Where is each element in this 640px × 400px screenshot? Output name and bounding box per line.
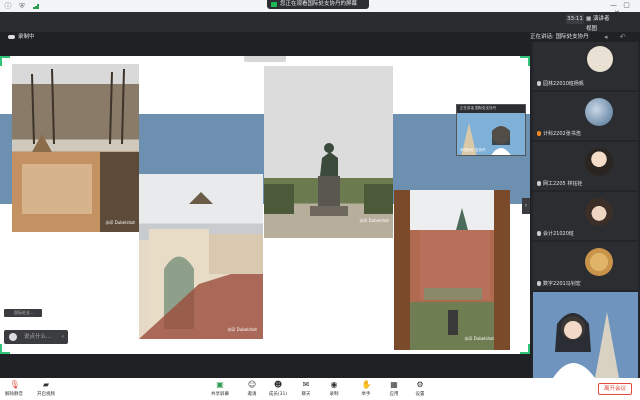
meeting-header xyxy=(0,12,640,32)
minimize-icon[interactable]: — xyxy=(610,1,617,9)
photo-statue: 水印 Dubelshot xyxy=(264,66,393,238)
photo-park-castle: 水印 Dubelshot xyxy=(12,64,139,232)
shared-screen: 水印 Dubelshot 水印 Dubelshot 水印 Dubelshot 水… xyxy=(0,56,530,354)
chat-input[interactable]: 说点什么... ‹ xyxy=(4,330,68,344)
mic-muted-icon xyxy=(537,231,541,236)
participant-tile[interactable]: 数字2201冯钊宏 xyxy=(533,242,638,290)
settings-button[interactable]: ⚙ 设置 xyxy=(408,380,432,398)
photo-castle-tower-art xyxy=(394,190,510,350)
share-frame-corner xyxy=(0,56,10,66)
members-icon: ☻ xyxy=(273,380,283,389)
share-screen-button[interactable]: ▣ 共享屏幕 xyxy=(208,380,232,398)
apps-icon: ▦ xyxy=(390,380,398,389)
photo-arch-art xyxy=(139,192,263,339)
share-frame-corner xyxy=(520,56,530,66)
participant-tile[interactable]: 网工2205 林钰铨 xyxy=(533,142,638,190)
share-toolbar-handle[interactable] xyxy=(244,56,286,62)
invite-button[interactable]: ☺ 邀请 xyxy=(240,380,264,398)
signal-icon xyxy=(33,3,40,9)
avatar xyxy=(587,46,613,72)
shield-icon[interactable]: ⛨ xyxy=(18,2,26,10)
arrow-right-icon[interactable]: ↶ xyxy=(620,33,626,41)
chevron-left-icon[interactable]: ‹ xyxy=(62,330,64,344)
share-frame-corner xyxy=(0,344,10,354)
participant-tile[interactable]: 园林22010班杨帆 xyxy=(533,42,638,90)
banner-text: 您正在观看国际处支协丹的屏幕 xyxy=(280,1,358,7)
video-off-icon: ▰ xyxy=(42,380,50,389)
speaking-indicator: 正在讲话: 国际处支协丹 xyxy=(530,34,589,40)
mic-muted-icon xyxy=(537,81,541,86)
video-button[interactable]: ▰ 开启视频 xyxy=(34,380,58,398)
members-button[interactable]: ☻ 成员(31) xyxy=(266,380,290,398)
window-controls[interactable]: — ▢ ✕ xyxy=(610,1,640,17)
thumbnail-label: 正在讲话 国际处支协丹 xyxy=(460,106,497,110)
emoji-icon[interactable] xyxy=(9,333,17,341)
leave-meeting-button[interactable]: 离开会议 xyxy=(598,383,632,395)
share-frame-corner xyxy=(520,344,530,354)
photo-watermark: 水印 Dubelshot xyxy=(227,327,257,332)
avatar xyxy=(585,148,613,176)
photo-watermark: 水印 Dubelshot xyxy=(464,336,494,341)
presenter-thumbnail[interactable]: 正在讲话 国际处支协丹 本国际处:支协丹 xyxy=(456,104,526,156)
photo-castle-tower: 水印 Dubelshot xyxy=(394,190,510,350)
gear-icon: ⚙ xyxy=(416,380,424,389)
screen-share-banner[interactable]: 您正在观看国际处支协丹的屏幕 xyxy=(267,0,369,9)
record-button[interactable]: ◉ 录制 xyxy=(322,380,346,398)
cloud-icon xyxy=(8,34,15,39)
mute-button[interactable]: 🎙 解除静音 xyxy=(2,380,26,398)
chat-placeholder: 说点什么... xyxy=(24,334,52,340)
photo-arch: 水印 Dubelshot xyxy=(139,174,263,339)
mic-muted-icon: 🎙 xyxy=(9,380,20,389)
photo-statue-art xyxy=(264,143,393,216)
arrow-left-icon[interactable]: ◂ xyxy=(604,33,608,41)
mic-muted-icon xyxy=(537,181,541,186)
chevron-right-icon: › xyxy=(524,202,528,209)
info-icon[interactable]: ⓘ xyxy=(4,2,12,10)
avatar xyxy=(585,98,613,126)
participant-panel: 园林22010班杨帆 计科2202张书浩 网工2205 林钰铨 会计21020班… xyxy=(531,42,640,378)
bottom-toolbar: 🎙 解除静音 ▰ 开启视频 ▣ 共享屏幕 ☺ 邀请 ☻ 成员(31) ✉ 聊天 ◉ 录制 ✋ 举… xyxy=(0,378,640,400)
grid-icon: ▦ xyxy=(586,16,593,22)
participant-tile[interactable]: 会计21020班 xyxy=(533,192,638,240)
invite-icon: ☺ xyxy=(247,380,257,389)
hand-icon: ✋ xyxy=(361,380,372,389)
share-icon xyxy=(271,2,277,7)
self-video xyxy=(533,292,638,378)
chat-button[interactable]: ✉ 聊天 xyxy=(294,380,318,398)
recording-indicator: 录制中 xyxy=(8,32,35,42)
page-nav[interactable]: ◂ ↶ xyxy=(604,32,634,42)
maximize-icon[interactable]: ▢ xyxy=(623,1,630,9)
chat-icon: ✉ xyxy=(302,380,310,389)
thumbnail-name: 本国际处:支协丹 xyxy=(460,148,486,152)
mic-muted-icon xyxy=(537,131,541,136)
raise-hand-button[interactable]: ✋ 举手 xyxy=(354,380,378,398)
share-screen-icon: ▣ xyxy=(216,380,224,389)
view-switch-button[interactable]: ▦ 演讲者视图 xyxy=(586,14,612,32)
photo-watermark: 水印 Dubelshot xyxy=(105,220,135,225)
photo-park-castle-art xyxy=(12,68,139,232)
record-icon: ◉ xyxy=(330,380,338,389)
mini-chat-bubble[interactable]: 国际处支... xyxy=(4,309,42,317)
avatar xyxy=(585,248,613,276)
apps-button[interactable]: ▦ 应用 xyxy=(382,380,406,398)
meeting-timer: 33:11 xyxy=(566,14,584,24)
mic-muted-icon xyxy=(537,281,541,286)
self-video-tile[interactable] xyxy=(533,292,638,378)
collapse-panel-button[interactable]: › xyxy=(522,198,530,214)
avatar xyxy=(585,198,613,226)
photo-watermark: 水印 Dubelshot xyxy=(359,218,389,223)
participant-tile[interactable]: 计科2202张书浩 xyxy=(533,92,638,140)
